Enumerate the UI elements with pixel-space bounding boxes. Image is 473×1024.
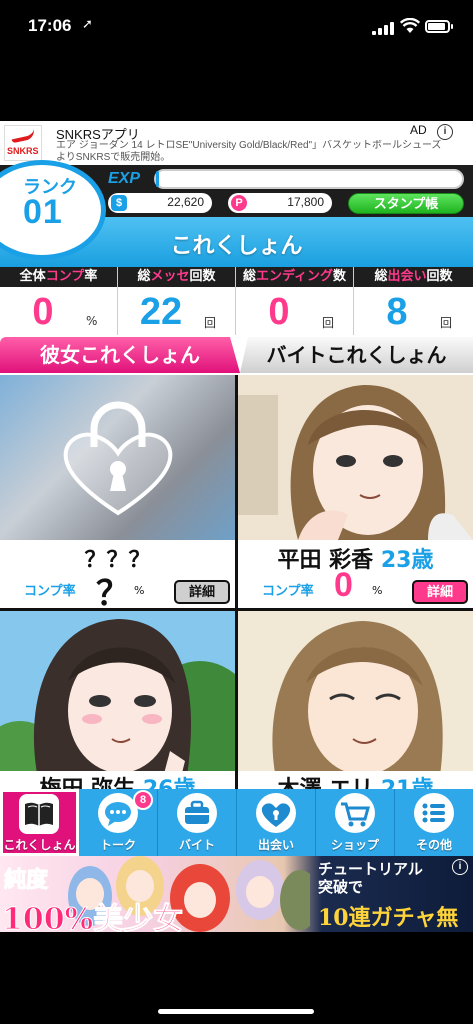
- exp-progress-bar: [154, 169, 464, 189]
- character-name: 木澤 エリ 21歳: [238, 771, 473, 789]
- locked-portrait: [0, 375, 235, 540]
- character-grid: ？？？ コンプ率 ？ % 詳細 平田 彩香 23歳 コンプ率 0 % 詳細: [0, 375, 473, 844]
- nav-other[interactable]: その他: [395, 789, 473, 856]
- ad-text-2: 突破で: [318, 878, 364, 896]
- stat-complete-rate: 全体コンプ率 0 %: [0, 267, 118, 335]
- ad-headline: 100%美少女: [1, 902, 184, 933]
- nav-talk[interactable]: 8 トーク: [79, 789, 158, 856]
- nav-shop[interactable]: ショップ: [316, 789, 395, 856]
- nav-job[interactable]: バイト: [158, 789, 237, 856]
- stat-meet-count: 総出会い回数 8 回: [354, 267, 473, 335]
- complete-rate-value: ？: [96, 575, 130, 608]
- character-name: 平田 彩香 23歳: [277, 548, 434, 573]
- bottom-nav: これくしょん 8 トーク バイト 出会い ショップ その他: [0, 789, 473, 856]
- complete-rate-label: コンプ率: [24, 584, 76, 599]
- tab-job-collection[interactable]: バイトこれくしょん: [240, 337, 473, 373]
- info-icon[interactable]: i: [452, 859, 468, 875]
- point-counter: P 17,800: [228, 193, 332, 213]
- ad-description: エア ジョーダン 14 レトロSE"University Gold/Black/…: [56, 140, 442, 151]
- location-icon: ➚: [82, 17, 93, 32]
- lock-heart-icon: [63, 401, 173, 516]
- briefcase-icon: [177, 793, 217, 833]
- stamp-book-button[interactable]: スタンプ帳: [348, 193, 464, 214]
- ad-description-2: よりSNKRSで販売開始。: [56, 152, 171, 163]
- clock: 17:06: [28, 16, 72, 35]
- status-bar: 17:06 ➚: [0, 0, 473, 56]
- list-icon: [414, 793, 454, 833]
- nav-collection[interactable]: これくしょん: [0, 789, 79, 856]
- lock-heart-icon: [256, 793, 296, 833]
- game-ad-banner[interactable]: 純度 100%美少女 チュートリアル 突破で 10連ガチャ無料! i: [0, 856, 473, 932]
- character-portrait: 梅田 弥生 26歳: [0, 611, 235, 789]
- character-portrait: 木澤 エリ 21歳: [238, 611, 473, 789]
- collection-tabs: 彼女これくしょん バイトこれくしょん: [0, 335, 473, 375]
- coin-counter: $ 22,620: [108, 193, 212, 213]
- character-portrait: [238, 375, 473, 540]
- book-icon: [19, 794, 59, 834]
- ad-label: AD: [410, 123, 427, 137]
- talk-badge: 8: [133, 790, 153, 810]
- complete-rate-value: 0: [334, 566, 353, 604]
- detail-button[interactable]: 詳細: [174, 580, 230, 604]
- chat-icon: [98, 793, 138, 833]
- rank-value: 01: [23, 193, 63, 231]
- battery-icon: [425, 20, 453, 33]
- snkrs-logo: SNKRS: [4, 125, 42, 161]
- point-icon: P: [231, 195, 247, 211]
- coin-icon: $: [111, 195, 127, 211]
- character-card-locked[interactable]: ？？？ コンプ率 ？ % 詳細: [0, 375, 235, 608]
- stat-message-count: 総メッセ回数 22 回: [118, 267, 236, 335]
- signal-icon: [372, 22, 394, 35]
- complete-rate-label: コンプ率: [262, 584, 314, 599]
- stats-row: 全体コンプ率 0 % 総メッセ回数 22 回 総エンディング数 0 回 総出会い…: [0, 267, 473, 335]
- info-icon[interactable]: i: [437, 124, 453, 140]
- tab-girlfriend-collection[interactable]: 彼女これくしょん: [0, 337, 240, 373]
- nav-meet[interactable]: 出会い: [237, 789, 316, 856]
- character-card-hirata[interactable]: 平田 彩香 23歳 コンプ率 0 % 詳細: [238, 375, 473, 608]
- ad-headline-small: 純度: [3, 867, 49, 894]
- character-name: 梅田 弥生 26歳: [0, 771, 235, 789]
- exp-label: EXP: [108, 170, 141, 187]
- cart-icon: [335, 793, 375, 833]
- ad-text-3: 10連ガチャ無料!: [318, 905, 459, 931]
- detail-button[interactable]: 詳細: [412, 580, 468, 604]
- wifi-icon: [400, 18, 420, 33]
- ad-banner[interactable]: SNKRS SNKRSアプリ エア ジョーダン 14 レトロSE"Univers…: [0, 121, 473, 165]
- home-indicator[interactable]: [158, 1009, 314, 1014]
- stat-ending-count: 総エンディング数 0 回: [236, 267, 354, 335]
